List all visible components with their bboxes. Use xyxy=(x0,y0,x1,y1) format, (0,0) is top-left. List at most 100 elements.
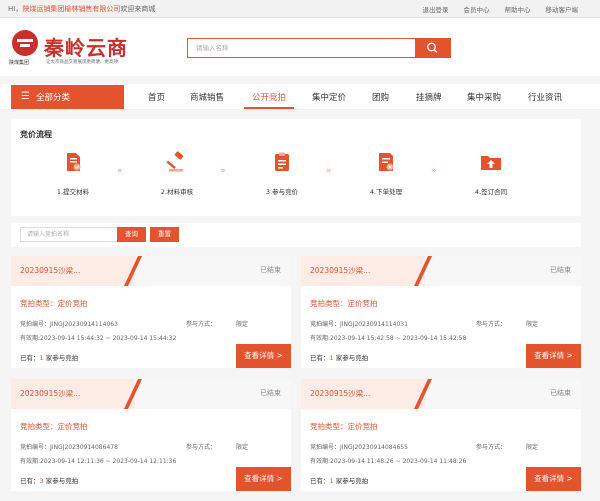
nav-item-industry-news[interactable]: 行业资讯 xyxy=(528,91,562,103)
brand-title: 秦岭云商 xyxy=(44,36,128,60)
view-details-button[interactable]: 查看详情 > xyxy=(236,344,291,368)
view-details-button[interactable]: 查看详情 > xyxy=(526,467,581,491)
validity-period: 有效期:2023-09-14 15:44:32 ~ 2023-09-14 15:… xyxy=(20,335,177,342)
company-link[interactable]: 陕煤运销集团榆林销售有限公司 xyxy=(22,5,120,13)
card-header: 20230915沙梁... 已结束 xyxy=(301,379,581,409)
auction-type: 竞拍类型：定价竞拍 xyxy=(310,422,378,431)
participation-mode: 参与方式： 限定 xyxy=(476,321,539,328)
logo-text: 陕煤集团 xyxy=(9,60,30,66)
greeting-prefix: HI， xyxy=(8,5,23,13)
card-header: 20230915沙梁... 已结束 xyxy=(11,256,291,286)
participant-count: 已有：1 家参与竞拍 xyxy=(20,354,79,362)
auction-name-input[interactable] xyxy=(20,227,120,242)
nav-item-home[interactable]: 首页 xyxy=(148,91,165,103)
step-separator: » xyxy=(220,166,225,176)
card-title-tag: 20230915沙梁... xyxy=(301,256,425,286)
menu-icon: ☰ xyxy=(21,91,30,102)
bidding-process-panel: 竞价流程 1.提交材料 » 2.材料审核 » 3.参与竞价 » 4.下单处理 »… xyxy=(11,119,581,216)
status-badge: 已结束 xyxy=(260,389,281,397)
logout-link[interactable]: 退出登录 xyxy=(423,4,449,14)
member-center-link[interactable]: 会员中心 xyxy=(464,4,490,14)
step-label: 1.提交材料 xyxy=(56,188,90,196)
card-title-tag: 20230915沙梁... xyxy=(11,379,135,409)
auction-card: 20230915沙梁... 已结束 竞拍类型：定价竞拍 竞拍编号：JINGJ20… xyxy=(11,256,291,368)
process-step-review: 2.材料审核 xyxy=(142,151,212,196)
card-title[interactable]: 20230915沙梁... xyxy=(310,388,370,399)
participant-count: 已有：1 家参与竞拍 xyxy=(310,354,369,362)
nav-item-group-buy[interactable]: 团购 xyxy=(372,91,389,103)
process-step-order: 4.下单处理 xyxy=(351,151,421,196)
all-categories-label: 全部分类 xyxy=(36,93,71,103)
participation-mode: 参与方式： 限定 xyxy=(186,321,249,328)
nav-item-central-pricing[interactable]: 集中定价 xyxy=(312,91,346,103)
auction-type: 竞拍类型：定价竞拍 xyxy=(20,299,88,308)
process-step-contract: 4.签订合同 xyxy=(456,151,526,196)
view-details-button[interactable]: 查看详情 > xyxy=(526,344,581,368)
card-header: 20230915沙梁... 已结束 xyxy=(301,256,581,286)
process-step-bid: 3.参与竞价 xyxy=(247,151,317,196)
nav-item-central-purchase[interactable]: 集中采购 xyxy=(467,91,501,103)
nav-item-mall-sales[interactable]: 商城销售 xyxy=(190,91,224,103)
auction-number: 竞拍编号：JINGJ20230914114031 xyxy=(310,321,408,328)
greeting-suffix: 欢迎来商城 xyxy=(120,5,156,13)
auction-card: 20230915沙梁... 已结束 竞拍类型：定价竞拍 竞拍编号：JINGJ20… xyxy=(301,256,581,368)
view-details-button[interactable]: 查看详情 > xyxy=(236,467,291,491)
step-separator: » xyxy=(326,166,331,176)
query-button[interactable]: 查询 xyxy=(117,227,146,242)
participation-mode: 参与方式： 限定 xyxy=(186,444,249,451)
clipboard-icon xyxy=(275,152,289,171)
card-title[interactable]: 20230915沙梁... xyxy=(20,388,80,399)
active-nav-underline xyxy=(244,107,294,109)
search-input[interactable] xyxy=(188,39,416,57)
participant-count: 已有：1 家参与竞拍 xyxy=(310,477,369,485)
auction-type: 竞拍类型：定价竞拍 xyxy=(310,299,378,308)
mobile-client-link[interactable]: 移动客户端 xyxy=(546,4,579,14)
order-icon xyxy=(379,153,394,171)
submit-document-icon xyxy=(67,153,81,171)
all-categories-button[interactable]: ☰ 全部分类 xyxy=(11,85,124,109)
card-title-tag: 20230915沙梁... xyxy=(301,379,425,409)
greeting: HI，陕煤运销集团榆林销售有限公司欢迎来商城 xyxy=(8,4,155,14)
process-step-submit: 1.提交材料 xyxy=(38,151,108,196)
filter-bar: 查询 重置 xyxy=(11,223,581,247)
top-links: 退出登录 会员中心 帮助中心 移动客户端 xyxy=(423,4,579,14)
status-badge: 已结束 xyxy=(550,266,571,274)
header: 陕煤集团 秦岭云商 让大宗商品交易展现更简便、更高效 xyxy=(0,18,600,76)
validity-period: 有效期:2023-09-14 11:48:26 ~ 2023-09-14 11:… xyxy=(310,458,467,465)
search-button[interactable] xyxy=(415,39,450,57)
auction-card: 20230915沙梁... 已结束 竞拍类型：定价竞拍 竞拍编号：JINGJ20… xyxy=(301,379,581,491)
step-label: 3.参与竞价 xyxy=(265,188,299,196)
card-title-tag: 20230915沙梁... xyxy=(11,256,135,286)
validity-period: 有效期:2023-09-14 12:11:36 ~ 2023-09-14 12:… xyxy=(20,458,177,465)
nav-item-public-auction[interactable]: 公开竞拍 xyxy=(252,91,286,103)
logo-icon[interactable] xyxy=(12,30,38,56)
main-nav: ☰ 全部分类 首页 商城销售 公开竞拍 集中定价 团购 挂摘牌 集中采购 行业资… xyxy=(0,84,600,110)
status-badge: 已结束 xyxy=(260,266,281,274)
step-label: 4.签订合同 xyxy=(474,188,508,196)
upload-folder-icon xyxy=(481,156,501,170)
card-title[interactable]: 20230915沙梁... xyxy=(310,265,370,276)
auction-number: 竞拍编号：JINGJ20230914086478 xyxy=(20,444,118,451)
auction-number: 竞拍编号：JINGJ20230914114063 xyxy=(20,321,118,328)
process-title: 竞价流程 xyxy=(20,130,52,139)
search-icon xyxy=(426,42,438,53)
validity-period: 有效期:2023-09-14 15:42:58 ~ 2023-09-14 15:… xyxy=(310,335,467,342)
step-label: 4.下单处理 xyxy=(369,188,403,196)
help-center-link[interactable]: 帮助中心 xyxy=(505,4,531,14)
brand-slogan: 让大宗商品交易展现更简便、更高效 xyxy=(46,60,118,65)
auction-card: 20230915沙梁... 已结束 竞拍类型：定价竞拍 竞拍编号：JINGJ20… xyxy=(11,379,291,491)
card-header: 20230915沙梁... 已结束 xyxy=(11,379,291,409)
gavel-icon xyxy=(166,151,184,172)
step-separator: » xyxy=(117,166,122,176)
participation-mode: 参与方式： 限定 xyxy=(476,444,539,451)
card-title[interactable]: 20230915沙梁... xyxy=(20,265,80,276)
reset-button[interactable]: 重置 xyxy=(150,227,179,242)
status-badge: 已结束 xyxy=(550,389,571,397)
step-separator: » xyxy=(431,166,436,176)
auction-number: 竞拍编号：JINGJ20230914084655 xyxy=(310,444,408,451)
auction-type: 竞拍类型：定价竞拍 xyxy=(20,422,88,431)
step-label: 2.材料审核 xyxy=(160,188,194,196)
search-box xyxy=(187,38,451,58)
nav-item-listing[interactable]: 挂摘牌 xyxy=(416,91,442,103)
participant-count: 已有：3 家参与竞拍 xyxy=(20,477,79,485)
